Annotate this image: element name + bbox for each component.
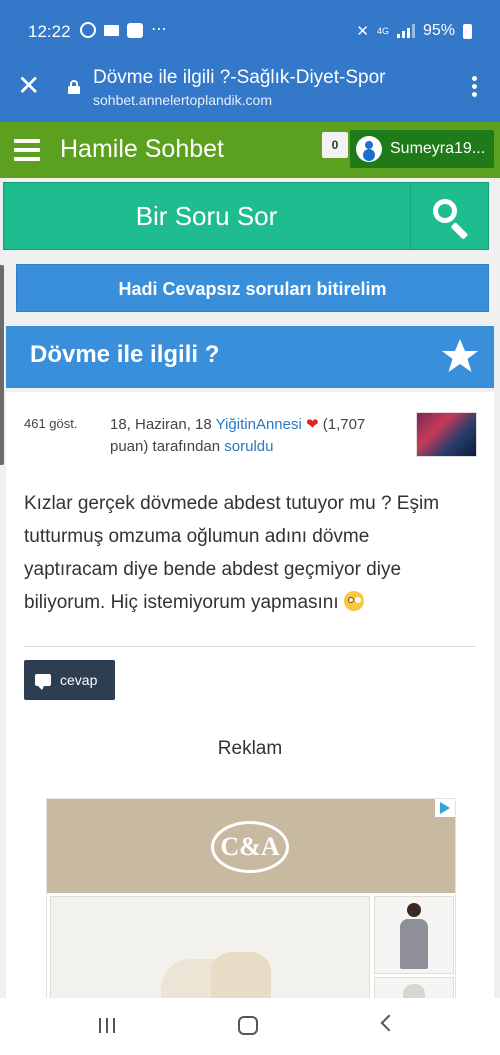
question-title: Dövme ile ilgili ? xyxy=(30,341,220,368)
mail-icon xyxy=(104,24,119,36)
back-icon[interactable] xyxy=(380,1014,398,1032)
advertisement[interactable]: C&A xyxy=(46,798,456,1008)
user-menu[interactable]: Sumeyra19... xyxy=(350,130,494,168)
lock-icon xyxy=(68,80,80,94)
status-time: 12:22 xyxy=(28,22,71,41)
user-name: Sumeyra19... xyxy=(390,140,486,157)
question-meta: 18, Haziran, 18 YiğitinAnnesi ❤ (1,707 p… xyxy=(110,414,400,458)
url-bar: ✕ Dövme ile ilgili ?-Sağlık-Diyet-Spor s… xyxy=(0,62,500,122)
close-tab-icon[interactable]: ✕ xyxy=(17,72,40,100)
site-header: Hamile Sohbet 0 Sumeyra19... xyxy=(0,122,500,178)
overflow-menu-icon[interactable] xyxy=(472,76,478,100)
browser-page-title[interactable]: Dövme ile ilgili ?-Sağlık-Diyet-Spor xyxy=(93,67,385,89)
football-icon xyxy=(80,22,96,38)
divider xyxy=(24,646,476,647)
edge-panel-handle[interactable] xyxy=(0,265,4,465)
ad-product-image[interactable] xyxy=(50,896,370,1007)
answer-button[interactable]: cevap xyxy=(24,660,115,700)
adchoices-icon[interactable] xyxy=(435,799,455,817)
eye-roll-emoji-icon xyxy=(343,591,364,611)
signal-icon xyxy=(396,24,415,38)
by-text: tarafından xyxy=(152,438,221,455)
view-count: 461 göst. xyxy=(24,416,78,431)
question-body: Kızlar gerçek dövmede abdest tutuyor mu … xyxy=(24,487,464,619)
asked-link[interactable]: soruldu xyxy=(224,438,273,455)
site-name[interactable]: Hamile Sohbet xyxy=(60,135,224,164)
ad-banner: C&A xyxy=(47,799,455,893)
user-avatar-icon xyxy=(356,136,382,162)
system-nav-bar xyxy=(0,998,500,1055)
notification-count-badge[interactable]: 0 xyxy=(322,132,348,158)
battery-percent: 95% xyxy=(422,22,455,39)
question-title-bar: Dövme ile ilgili ? xyxy=(6,326,494,388)
battery-icon xyxy=(463,23,472,39)
browser-chrome: 12:22 ⋯ ✕ 4G 95% ✕ Dövme ile ilgili ?-Sa… xyxy=(0,0,500,122)
question-card: 461 göst. 18, Haziran, 18 YiğitinAnnesi … xyxy=(6,392,494,1008)
network-type-icon: 4G xyxy=(376,26,389,36)
author-thumbnail[interactable] xyxy=(416,412,477,457)
brand-logo: C&A xyxy=(211,821,289,873)
answer-button-label: cevap xyxy=(60,672,98,688)
browser-url[interactable]: sohbet.annelertoplandik.com xyxy=(93,92,272,108)
ad-section-label: Reklam xyxy=(217,738,283,759)
search-button[interactable] xyxy=(411,183,489,249)
notification-icons: ⋯ xyxy=(80,22,169,38)
home-icon[interactable] xyxy=(238,1016,258,1035)
status-bar: 12:22 ⋯ ✕ 4G 95% xyxy=(0,0,500,62)
question-date: 18, Haziran, 18 xyxy=(110,416,212,433)
ask-question-button[interactable]: Bir Soru Sor xyxy=(4,183,409,249)
heart-icon: ❤ xyxy=(305,416,319,433)
question-body-text: Kızlar gerçek dövmede abdest tutuyor mu … xyxy=(24,493,440,613)
ask-question-bar: Bir Soru Sor xyxy=(3,182,489,250)
favorite-star-icon[interactable] xyxy=(440,336,480,376)
unanswered-questions-button[interactable]: Hadi Cevapsız soruları bitirelim xyxy=(16,264,489,312)
hamburger-menu-icon[interactable] xyxy=(14,139,40,166)
search-icon xyxy=(433,199,457,223)
more-notifications-icon: ⋯ xyxy=(151,21,169,38)
shopping-bag-icon xyxy=(127,22,143,38)
mute-icon: ✕ xyxy=(356,23,369,40)
ad-product-thumb[interactable] xyxy=(374,896,454,974)
system-icons: ✕ 4G 95% xyxy=(356,22,472,40)
author-link[interactable]: YiğitinAnnesi xyxy=(216,416,302,433)
recent-apps-icon[interactable] xyxy=(99,1018,115,1033)
comment-icon xyxy=(35,674,51,690)
